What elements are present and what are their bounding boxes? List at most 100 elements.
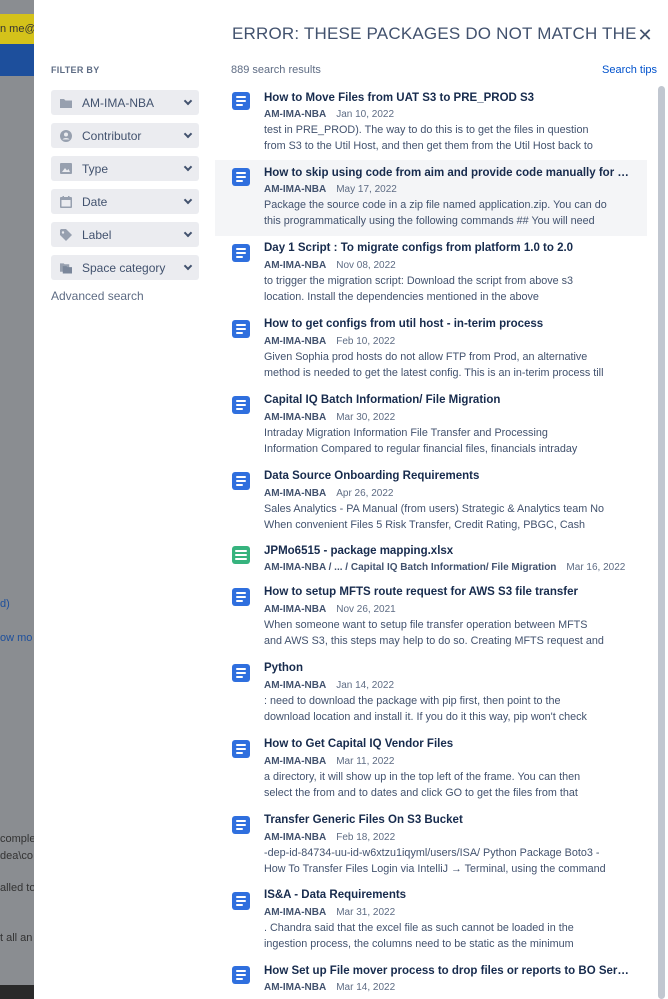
result-excerpt-line: test in PRE_PROD). The way to do this is… [264, 124, 589, 136]
user-icon [60, 129, 72, 142]
result-title[interactable]: How Set up File mover process to drop fi… [264, 965, 634, 977]
result-space[interactable]: AM-IMA-NBA [264, 604, 326, 615]
search-result[interactable]: How to get configs from util host - in-t… [215, 312, 647, 384]
results-scrollbar[interactable] [658, 86, 665, 999]
result-meta: AM-IMA-NBA Jan 10, 2022 [264, 109, 394, 120]
result-title[interactable]: How to get configs from util host - in-t… [264, 318, 634, 330]
result-space[interactable]: AM-IMA-NBA [264, 184, 326, 195]
filter-date[interactable]: Date [51, 189, 199, 214]
page-icon [232, 472, 250, 490]
page-icon [232, 664, 250, 682]
result-excerpt-line: . Chandra said that the excel file as su… [264, 922, 574, 934]
background-bottom-bar [0, 985, 34, 999]
result-space[interactable]: AM-IMA-NBA [264, 109, 326, 120]
result-meta: AM-IMA-NBA May 17, 2022 [264, 184, 397, 195]
search-result[interactable]: Capital IQ Batch Information/ File Migra… [215, 388, 647, 460]
background-fragment: d) [0, 598, 10, 610]
result-space[interactable]: AM-IMA-NBA [264, 907, 326, 918]
result-excerpt-line: : need to download the package with pip … [264, 695, 561, 707]
result-space[interactable]: AM-IMA-NBA [264, 832, 326, 843]
result-title[interactable]: Python [264, 662, 634, 674]
image-icon [60, 163, 72, 175]
background-fragment: n me@J [0, 23, 34, 35]
result-date: Jan 14, 2022 [336, 680, 395, 691]
search-result-highlighted[interactable]: How to skip using code from aim and prov… [215, 160, 647, 236]
result-meta: AM-IMA-NBA Jan 14, 2022 [264, 680, 394, 691]
result-title[interactable]: How to Get Capital IQ Vendor Files [264, 738, 634, 750]
filter-contributor[interactable]: Contributor [51, 123, 199, 148]
folder-icon [60, 97, 72, 109]
result-title[interactable]: How to setup MFTS route request for AWS … [264, 586, 634, 598]
result-excerpt-line: How To Transfer Files Login via IntelliJ… [264, 863, 606, 875]
filter-label: Contributor [82, 128, 142, 143]
search-query-title: ERROR: THESE PACKAGES DO NOT MATCH THE H… [232, 24, 642, 43]
result-title[interactable]: Data Source Onboarding Requirements [264, 470, 634, 482]
result-excerpt-line: select the from and to dates and click G… [264, 787, 578, 799]
filter-space-category[interactable]: Space category [51, 255, 199, 280]
result-space[interactable]: AM-IMA-NBA [264, 412, 326, 423]
tag-icon [60, 228, 72, 241]
result-date: Mar 30, 2022 [336, 412, 396, 423]
background-fragment: t all an [0, 932, 33, 944]
result-space[interactable]: AM-IMA-NBA [264, 680, 326, 691]
result-meta: AM-IMA-NBA Mar 31, 2022 [264, 907, 395, 918]
result-space[interactable]: AM-IMA-NBA [264, 260, 326, 271]
search-result[interactable]: How Set up File mover process to drop fi… [215, 960, 647, 999]
search-result[interactable]: Data Source Onboarding Requirements AM-I… [215, 464, 647, 536]
result-date: Feb 10, 2022 [336, 336, 396, 347]
page-icon [232, 244, 250, 262]
result-space[interactable]: AM-IMA-NBA [264, 982, 326, 993]
filter-label: Type [82, 161, 109, 176]
result-title[interactable]: How to skip using code from aim and prov… [264, 167, 634, 179]
result-excerpt-line: Intraday Migration Information File Tran… [264, 427, 548, 439]
result-meta: AM-IMA-NBA Mar 14, 2022 [264, 982, 395, 993]
result-date: Mar 14, 2022 [336, 982, 396, 993]
result-meta: AM-IMA-NBA Feb 18, 2022 [264, 832, 395, 843]
chevron-down-icon [183, 228, 193, 238]
search-tips-link[interactable]: Search tips [602, 64, 657, 76]
result-excerpt-line: When someone want to setup file transfer… [264, 619, 588, 631]
result-excerpt-line: this programmatically using the followin… [264, 215, 595, 227]
background-fragment: dea\co [0, 850, 34, 862]
search-result[interactable]: How to Get Capital IQ Vendor Files AM-IM… [215, 732, 647, 804]
search-result[interactable]: Day 1 Script : To migrate configs from p… [215, 236, 647, 308]
filter-label-text: Label [82, 227, 112, 242]
page-icon [232, 168, 250, 186]
search-result[interactable]: Python AM-IMA-NBA Jan 14, 2022 : need to … [215, 656, 647, 728]
advanced-search-link[interactable]: Advanced search [51, 289, 144, 303]
result-title[interactable]: Capital IQ Batch Information/ File Migra… [264, 394, 634, 406]
result-excerpt-line: method is needed to get the latest confi… [264, 367, 604, 379]
result-meta: AM-IMA-NBA Apr 26, 2022 [264, 488, 393, 499]
filter-label: Space category [82, 260, 166, 275]
result-title[interactable]: IS&A - Data Requirements [264, 889, 634, 901]
result-title[interactable]: Day 1 Script : To migrate configs from p… [264, 242, 634, 254]
page-icon [232, 396, 250, 414]
chevron-down-icon [183, 162, 193, 172]
result-date: Jan 10, 2022 [336, 109, 395, 120]
result-title[interactable]: JPMo6515 - package mapping.xlsx [264, 545, 634, 557]
result-title[interactable]: Transfer Generic Files On S3 Bucket [264, 814, 634, 826]
result-date: May 17, 2022 [336, 184, 397, 195]
chevron-down-icon [183, 96, 193, 106]
search-result[interactable]: How to setup MFTS route request for AWS … [215, 580, 647, 652]
search-result[interactable]: How to Move Files from UAT S3 to PRE_PRO… [215, 84, 647, 156]
result-space[interactable]: AM-IMA-NBA [264, 488, 326, 499]
search-result[interactable]: IS&A - Data Requirements AM-IMA-NBA Mar 3… [215, 884, 647, 956]
filter-space[interactable]: AM-IMA-NBA [51, 90, 199, 115]
search-result[interactable]: JPMo6515 - package mapping.xlsx AM-IMA-N… [215, 540, 647, 578]
close-icon[interactable]: ✕ [637, 26, 653, 44]
background-fragment: complet [0, 833, 34, 845]
result-space[interactable]: AM-IMA-NBA [264, 336, 326, 347]
page-icon [232, 320, 250, 338]
background-page: n me@J d) ow mo complet dea\co alled to … [0, 0, 34, 999]
background-notification-bar: n me@J [0, 14, 34, 44]
filter-label[interactable]: Label [51, 222, 199, 247]
result-space[interactable]: AM-IMA-NBA [264, 756, 326, 767]
filter-type[interactable]: Type [51, 156, 199, 181]
result-meta: AM-IMA-NBA Feb 10, 2022 [264, 336, 395, 347]
result-space[interactable]: AM-IMA-NBA / ... / Capital IQ Batch Info… [264, 562, 556, 573]
result-title[interactable]: How to Move Files from UAT S3 to PRE_PRO… [264, 92, 634, 104]
result-date: Feb 18, 2022 [336, 832, 396, 843]
results-count: 889 search results [231, 64, 321, 76]
search-result[interactable]: Transfer Generic Files On S3 Bucket AM-I… [215, 808, 647, 880]
